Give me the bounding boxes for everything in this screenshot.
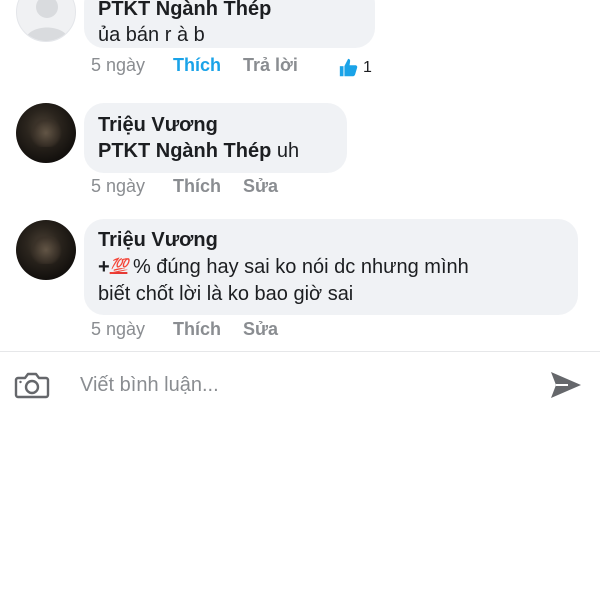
edit-button[interactable]: Sửa — [243, 319, 278, 340]
comment-body: uh — [276, 140, 300, 162]
comment-time: 5 ngày — [91, 176, 146, 196]
composer-divider — [0, 351, 600, 352]
comment-author[interactable]: Triệu Vương — [98, 112, 333, 138]
hundred-points-emoji: 💯 — [109, 258, 129, 275]
comment-input[interactable] — [80, 367, 520, 403]
like-button[interactable]: Thích — [173, 55, 221, 76]
comment-actions: 5 ngày Thích Trả lời — [91, 55, 320, 76]
edit-button[interactable]: Sửa — [243, 176, 278, 197]
comment-bubble: Triệu Vương +💯 % đúng hay sai ko nói dc … — [84, 219, 578, 315]
comment-line-2: biết chốt lời là ko bao giờ sai — [98, 283, 354, 305]
comment-text: PTKT Ngành Thép uh — [98, 138, 333, 165]
avatar[interactable] — [16, 220, 76, 280]
mention-tag[interactable]: PTKT Ngành Thép — [98, 140, 271, 162]
avatar[interactable] — [16, 103, 76, 163]
like-button[interactable]: Thích — [173, 176, 221, 197]
profile-placeholder-icon — [25, 0, 69, 41]
comment-actions: 5 ngày Thích Sửa — [91, 319, 300, 340]
comment-author[interactable]: Triệu Vương — [98, 227, 564, 253]
comments-screen: PTKT Ngành Thép ủa bán r à b 5 ngày Thíc… — [0, 0, 600, 600]
send-icon — [551, 372, 581, 398]
camera-button[interactable] — [14, 367, 50, 403]
comment-prefix: + — [98, 256, 110, 278]
camera-icon — [14, 372, 50, 399]
comment-bubble: PTKT Ngành Thép ủa bán r à b — [84, 0, 375, 48]
comment-actions: 5 ngày Thích Sửa — [91, 176, 300, 197]
thumbs-up-icon — [339, 58, 358, 77]
comment-time: 5 ngày — [91, 55, 146, 75]
reaction-count[interactable]: 1 — [338, 57, 372, 79]
comment-text: ủa bán r à b — [98, 24, 205, 46]
send-button[interactable] — [548, 368, 584, 402]
comment-line-1: % đúng hay sai ko nói dc nhưng mình — [132, 256, 469, 278]
comment-author[interactable]: PTKT Ngành Thép — [98, 0, 361, 22]
reaction-count-number: 1 — [363, 59, 372, 76]
comment-time: 5 ngày — [91, 319, 146, 339]
comment-bubble: Triệu Vương PTKT Ngành Thép uh — [84, 103, 347, 173]
reply-button[interactable]: Trả lời — [243, 55, 298, 76]
like-button[interactable]: Thích — [173, 319, 221, 340]
avatar[interactable] — [16, 0, 76, 42]
comment-text: +💯 % đúng hay sai ko nói dc nhưng mình — [98, 253, 564, 281]
